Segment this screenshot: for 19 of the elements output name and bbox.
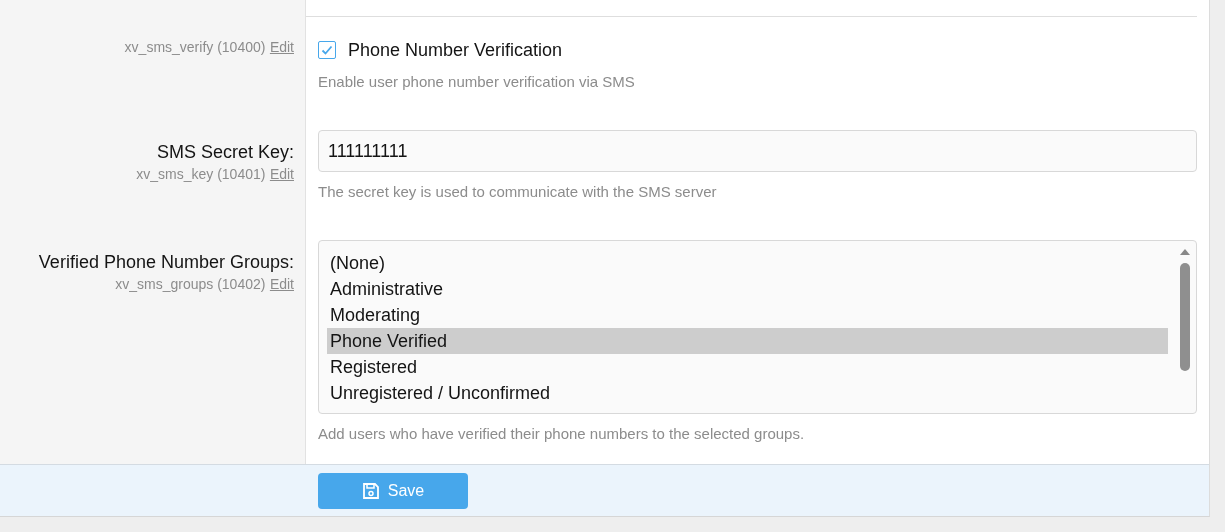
listbox-option[interactable]: Moderating [327, 302, 1168, 328]
checkbox[interactable] [318, 41, 336, 59]
group-listbox[interactable]: (None) Administrative Moderating Phone Verified Registered Unregistered / Unconfirmed [318, 240, 1197, 414]
option-id: xv_sms_groups (10402) [115, 275, 266, 294]
field-label: Verified Phone Number Groups: [38, 251, 294, 274]
listbox-option[interactable]: (None) [327, 250, 1168, 276]
field-explain: Add users who have verified their phone numbers to the selected groups. [318, 424, 806, 444]
save-icon [361, 481, 380, 500]
listbox-option[interactable]: Unregistered / Unconfirmed [327, 380, 1168, 406]
field-explain: Enable user phone number verification via SMS [318, 72, 636, 92]
listbox-option[interactable]: Registered [327, 354, 1168, 380]
listbox-option[interactable]: Phone Verified [327, 328, 1168, 354]
listbox-option[interactable]: Administrative [327, 276, 1168, 302]
option-id: xv_sms_key (10401) [136, 165, 266, 184]
option-id: xv_sms_verify (10400) [124, 38, 266, 57]
checkbox-label[interactable]: Phone Number Verification [348, 39, 563, 61]
field-explain: The secret key is used to communicate with the SMS server [318, 182, 718, 202]
field-label: SMS Secret Key: [156, 141, 294, 164]
text-field[interactable]: 111111111 [318, 130, 1197, 172]
